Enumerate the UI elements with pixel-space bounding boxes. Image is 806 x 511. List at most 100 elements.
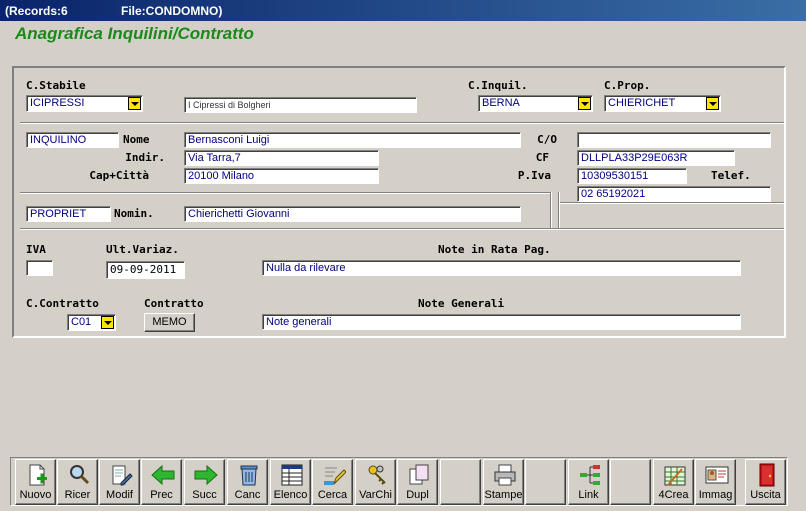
inquil-label: C.Inquil. xyxy=(468,79,528,92)
divider xyxy=(20,122,784,124)
stabile-name-field[interactable]: I Cipressi di Bolgheri xyxy=(184,97,417,113)
memo-button[interactable]: MEMO xyxy=(144,313,195,332)
nuovo-button[interactable]: Nuovo xyxy=(15,459,56,505)
4crea-button[interactable]: 4Crea xyxy=(653,459,694,505)
ricer-button[interactable]: Ricer xyxy=(57,459,98,505)
toolbar-label: Modif xyxy=(106,489,133,501)
id-card-icon xyxy=(705,466,729,484)
toolbar-label: Stampe xyxy=(484,489,523,501)
cerca-button[interactable]: Cerca xyxy=(312,459,353,505)
magnifier-icon xyxy=(70,465,90,485)
toolbar-label: Nuovo xyxy=(19,489,52,501)
toolbar-label: Prec xyxy=(150,489,173,501)
duplicate-icon xyxy=(409,464,429,485)
variaz-label: Ult.Variaz. xyxy=(106,243,179,256)
stabile-combo[interactable]: ICIPRESSI xyxy=(26,95,143,112)
indir-field[interactable]: Via Tarra,7 xyxy=(184,150,379,166)
toolbar-label: Canc xyxy=(234,489,261,501)
toolbar-label: Dupl xyxy=(406,489,429,501)
chevron-down-icon[interactable] xyxy=(578,97,591,110)
records-count: (Records:6 xyxy=(5,4,68,18)
divider xyxy=(550,192,552,228)
trash-icon xyxy=(240,465,258,486)
toolbar-label: Elenco xyxy=(273,489,308,501)
co-field[interactable] xyxy=(577,132,771,148)
stabile-label: C.Stabile xyxy=(26,79,86,92)
divider xyxy=(20,192,550,194)
stampe-button[interactable]: Stampe xyxy=(483,459,524,505)
divider xyxy=(560,202,784,204)
chevron-down-icon[interactable] xyxy=(101,316,114,329)
divider xyxy=(558,192,560,228)
toolbar-label: Immag xyxy=(698,489,733,501)
calendar-grid-icon xyxy=(664,466,686,486)
piva-label: P.Iva xyxy=(517,169,551,182)
telef-field[interactable]: 02 65192021 xyxy=(577,186,771,202)
arrow-left-icon xyxy=(151,464,175,486)
divider xyxy=(20,228,784,230)
arrow-right-icon xyxy=(194,464,218,486)
uscita-button[interactable]: Uscita xyxy=(745,459,786,505)
keys-icon xyxy=(368,465,386,485)
edit-document-icon xyxy=(112,465,133,486)
contratto-code-label: C.Contratto xyxy=(26,297,99,310)
tenant-code-field[interactable]: INQUILINO xyxy=(26,132,119,148)
contratto-label: Contratto xyxy=(144,297,204,310)
toolbar-label: Ricer xyxy=(64,489,91,501)
list-table-icon xyxy=(281,464,303,486)
title-bar: (Records:6 File:CONDOMNO) xyxy=(0,0,806,21)
inquil-combo[interactable]: BERNA xyxy=(478,95,593,112)
empty-button[interactable] xyxy=(440,459,481,505)
cap-field[interactable]: 20100 Milano xyxy=(184,168,379,184)
cf-field[interactable]: DLLPLA33P29E063R xyxy=(577,150,735,166)
telef-label: Telef. xyxy=(711,169,751,182)
indir-label: Indir. xyxy=(125,151,165,164)
nomin-label: Nomin. xyxy=(114,207,154,220)
exit-door-icon xyxy=(759,463,775,487)
nomin-field[interactable]: Chierichetti Giovanni xyxy=(184,206,521,222)
prop-label: C.Prop. xyxy=(604,79,651,92)
nome-field[interactable]: Bernasconi Luigi xyxy=(184,132,521,148)
chevron-down-icon[interactable] xyxy=(706,97,719,110)
succ-button[interactable]: Succ xyxy=(184,459,225,505)
file-name: File:CONDOMNO) xyxy=(121,4,223,18)
prec-button[interactable]: Prec xyxy=(141,459,182,505)
canc-button[interactable]: Canc xyxy=(227,459,268,505)
contratto-value: C01 xyxy=(71,316,92,328)
elenco-button[interactable]: Elenco xyxy=(270,459,311,505)
note-generali-field[interactable]: Note generali xyxy=(262,314,741,330)
printer-icon xyxy=(494,464,516,486)
dupl-button[interactable]: Dupl xyxy=(397,459,438,505)
toolbar-label: Succ xyxy=(192,489,217,501)
immag-button[interactable]: Immag xyxy=(695,459,736,505)
co-label: C/O xyxy=(537,133,557,146)
stabile-value: ICIPRESSI xyxy=(30,97,85,109)
toolbar-label: Cerca xyxy=(317,489,348,501)
owner-code-field[interactable]: PROPRIET xyxy=(26,206,111,222)
cap-label: Cap+Città xyxy=(89,169,149,182)
note-rata-field[interactable]: Nulla da rilevare xyxy=(262,260,741,276)
modif-button[interactable]: Modif xyxy=(99,459,140,505)
varchi-button[interactable]: VarChi xyxy=(355,459,396,505)
chevron-down-icon[interactable] xyxy=(128,97,141,110)
link-button[interactable]: Link xyxy=(568,459,609,505)
empty-button[interactable] xyxy=(525,459,566,505)
piva-field[interactable]: 10309530151 xyxy=(577,168,687,184)
empty-button[interactable] xyxy=(610,459,651,505)
highlighter-icon xyxy=(324,467,346,485)
prop-combo[interactable]: CHIERICHET xyxy=(604,95,721,112)
note-generali-label: Note Generali xyxy=(418,297,505,310)
iva-field[interactable] xyxy=(26,260,53,276)
network-link-icon xyxy=(580,465,600,485)
toolbar-label: 4Crea xyxy=(658,489,689,501)
page-title: Anagrafica Inquilini/Contratto xyxy=(15,24,254,43)
new-document-icon xyxy=(29,464,47,486)
toolbar-label: VarChi xyxy=(359,489,392,501)
note-rata-label: Note in Rata Pag. xyxy=(438,243,551,256)
contratto-combo[interactable]: C01 xyxy=(67,314,116,331)
toolbar-label: Link xyxy=(578,489,599,501)
variaz-field[interactable]: 09-09-2011 xyxy=(106,261,185,279)
toolbar-label: Uscita xyxy=(750,489,781,501)
iva-label: IVA xyxy=(26,243,46,256)
nome-label: Nome xyxy=(123,133,150,146)
